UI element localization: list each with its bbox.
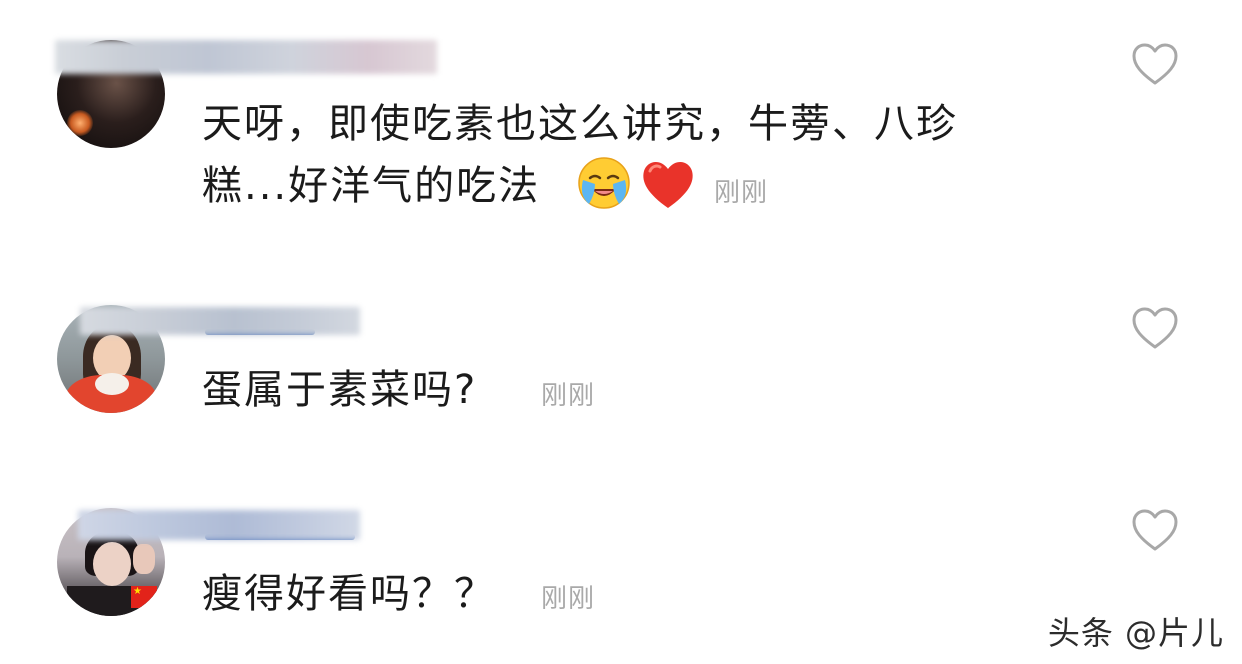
avatar-photo-detail (133, 544, 155, 574)
comment-text: 瘦得好看吗？？ (202, 571, 496, 617)
avatar-photo-detail (95, 373, 129, 395)
comment-timestamp: 刚刚 (541, 381, 596, 411)
comment-timestamp: 刚刚 (541, 584, 596, 614)
flag-badge-icon: ★ (131, 586, 157, 608)
username-blurred[interactable] (78, 510, 360, 540)
username-blurred[interactable] (55, 40, 437, 74)
comment-timestamp: 刚刚 (714, 178, 769, 208)
username-blurred[interactable] (80, 307, 360, 335)
comment-text-line: 糕...好洋气的吃法 (202, 163, 541, 209)
watermark-label: 头条 @片儿 (1047, 614, 1224, 652)
heart-outline-icon[interactable] (1131, 508, 1179, 552)
heart-outline-icon[interactable] (1131, 306, 1179, 350)
comment-text: 蛋属于素菜吗? (202, 367, 478, 413)
avatar-photo-detail (67, 110, 93, 136)
avatar-photo-detail (93, 542, 131, 586)
heart-outline-icon[interactable] (1131, 42, 1179, 86)
red-heart-emoji (643, 162, 693, 208)
loudly-crying-face-emoji (578, 157, 630, 209)
comment-text-line: 天呀，即使吃素也这么讲究，牛蒡、八珍 (202, 101, 958, 147)
